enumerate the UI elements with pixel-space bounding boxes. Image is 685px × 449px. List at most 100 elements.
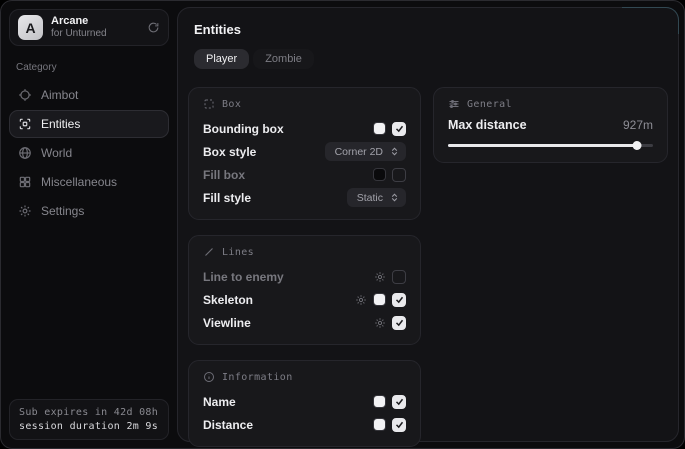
lines-section-card: Lines Line to enemy: [188, 235, 421, 345]
setting-row-fill-style: Fill style Static: [203, 187, 406, 208]
bounding-box-checkbox[interactable]: [392, 122, 406, 136]
row-label: Skeleton: [203, 293, 253, 307]
max-distance-slider[interactable]: [448, 139, 653, 151]
skeleton-checkbox[interactable]: [392, 293, 406, 307]
session-duration-text: session duration 2m 9s: [19, 421, 159, 432]
row-label: Box style: [203, 145, 256, 159]
subscription-status-card: Sub expires in 42d 08h session duration …: [9, 399, 169, 440]
information-section-title: Information: [222, 372, 293, 383]
category-nav: Aimbot Entities World: [9, 81, 169, 225]
setting-row-max-distance: Max distance 927m: [448, 118, 653, 132]
diagonal-line-icon: [203, 246, 215, 258]
sidebar-item-label: World: [41, 146, 72, 160]
row-settings-gear-icon[interactable]: [374, 317, 386, 329]
sidebar-item-aimbot[interactable]: Aimbot: [9, 81, 169, 109]
sub-expiry-text: Sub expires in 42d 08h: [19, 407, 159, 418]
dashed-box-icon: [203, 98, 215, 110]
info-icon: [203, 371, 215, 383]
sidebar-item-label: Aimbot: [41, 88, 78, 102]
brand-title: Arcane: [51, 15, 139, 28]
setting-row-bounding-box: Bounding box: [203, 118, 406, 139]
dropdown-value: Static: [357, 192, 383, 204]
tab-player[interactable]: Player: [194, 49, 249, 69]
entity-tabs: Player Zombie: [194, 49, 668, 69]
skeleton-color-swatch[interactable]: [373, 293, 386, 306]
setting-row-viewline: Viewline: [203, 312, 406, 333]
globe-icon: [18, 146, 32, 160]
fill-style-dropdown[interactable]: Static: [347, 188, 406, 207]
brand-card: A Arcane for Unturned: [9, 9, 169, 46]
gear-icon: [18, 204, 32, 218]
sidebar-item-settings[interactable]: Settings: [9, 197, 169, 225]
crosshair-icon: [18, 88, 32, 102]
row-label: Name: [203, 395, 236, 409]
max-distance-value: 927m: [623, 118, 653, 132]
name-checkbox[interactable]: [392, 395, 406, 409]
general-section-card: General Max distance 927m: [433, 87, 668, 163]
sidebar: A Arcane for Unturned Category Aimbot: [1, 1, 177, 448]
settings-columns: Box Bounding box Box style: [188, 87, 668, 447]
app-window: A Arcane for Unturned Category Aimbot: [0, 0, 685, 449]
distance-checkbox[interactable]: [392, 418, 406, 432]
max-distance-label: Max distance: [448, 118, 527, 132]
viewline-checkbox[interactable]: [392, 316, 406, 330]
general-section-header: General: [448, 98, 653, 110]
line-to-enemy-checkbox[interactable]: [392, 270, 406, 284]
max-distance-slider-thumb[interactable]: [632, 141, 641, 150]
fill-box-checkbox[interactable]: [392, 168, 406, 182]
sidebar-item-miscellaneous[interactable]: Miscellaneous: [9, 168, 169, 196]
box-section-title: Box: [222, 99, 241, 110]
dropdown-value: Corner 2D: [335, 146, 383, 158]
sidebar-item-label: Entities: [41, 117, 80, 131]
setting-row-line-to-enemy: Line to enemy: [203, 266, 406, 287]
row-controls: [355, 293, 406, 307]
row-label: Fill style: [203, 191, 251, 205]
row-controls: [373, 395, 406, 409]
tab-zombie[interactable]: Zombie: [253, 49, 314, 69]
grid-icon: [18, 175, 32, 189]
bounding-box-color-swatch[interactable]: [373, 122, 386, 135]
row-settings-gear-icon[interactable]: [374, 271, 386, 283]
brand-text: Arcane for Unturned: [51, 15, 139, 39]
name-color-swatch[interactable]: [373, 395, 386, 408]
refresh-icon[interactable]: [147, 21, 160, 34]
row-label: Distance: [203, 418, 253, 432]
sidebar-item-world[interactable]: World: [9, 139, 169, 167]
fill-box-color-swatch[interactable]: [373, 168, 386, 181]
max-distance-slider-fill: [448, 144, 637, 147]
box-style-dropdown[interactable]: Corner 2D: [325, 142, 406, 161]
row-controls: [374, 270, 406, 284]
general-section-title: General: [467, 99, 512, 110]
main-panel: Entities Player Zombie Box: [177, 7, 679, 442]
distance-color-swatch[interactable]: [373, 418, 386, 431]
box-section-header: Box: [203, 98, 406, 110]
setting-row-distance: Distance: [203, 414, 406, 435]
category-label: Category: [16, 62, 169, 73]
row-controls: [373, 122, 406, 136]
box-scan-icon: [18, 117, 32, 131]
brand-subtitle: for Unturned: [51, 28, 139, 40]
sidebar-item-entities[interactable]: Entities: [9, 110, 169, 138]
row-controls: [374, 316, 406, 330]
page-title: Entities: [194, 22, 668, 37]
brand-logo: A: [18, 15, 43, 40]
row-label: Bounding box: [203, 122, 284, 136]
box-section-card: Box Bounding box Box style: [188, 87, 421, 220]
setting-row-skeleton: Skeleton: [203, 289, 406, 310]
chevrons-up-down-icon: [389, 146, 400, 157]
information-section-header: Information: [203, 371, 406, 383]
row-label: Line to enemy: [203, 270, 284, 284]
setting-row-name: Name: [203, 391, 406, 412]
row-settings-gear-icon[interactable]: [355, 294, 367, 306]
sidebar-item-label: Settings: [41, 204, 84, 218]
information-section-card: Information Name Distance: [188, 360, 421, 447]
row-label: Fill box: [203, 168, 245, 182]
setting-row-box-style: Box style Corner 2D: [203, 141, 406, 162]
lines-section-title: Lines: [222, 247, 254, 258]
row-controls: [373, 168, 406, 182]
setting-row-fill-box: Fill box: [203, 164, 406, 185]
sliders-icon: [448, 98, 460, 110]
chevrons-up-down-icon: [389, 192, 400, 203]
lines-section-header: Lines: [203, 246, 406, 258]
right-column: General Max distance 927m: [433, 87, 668, 163]
